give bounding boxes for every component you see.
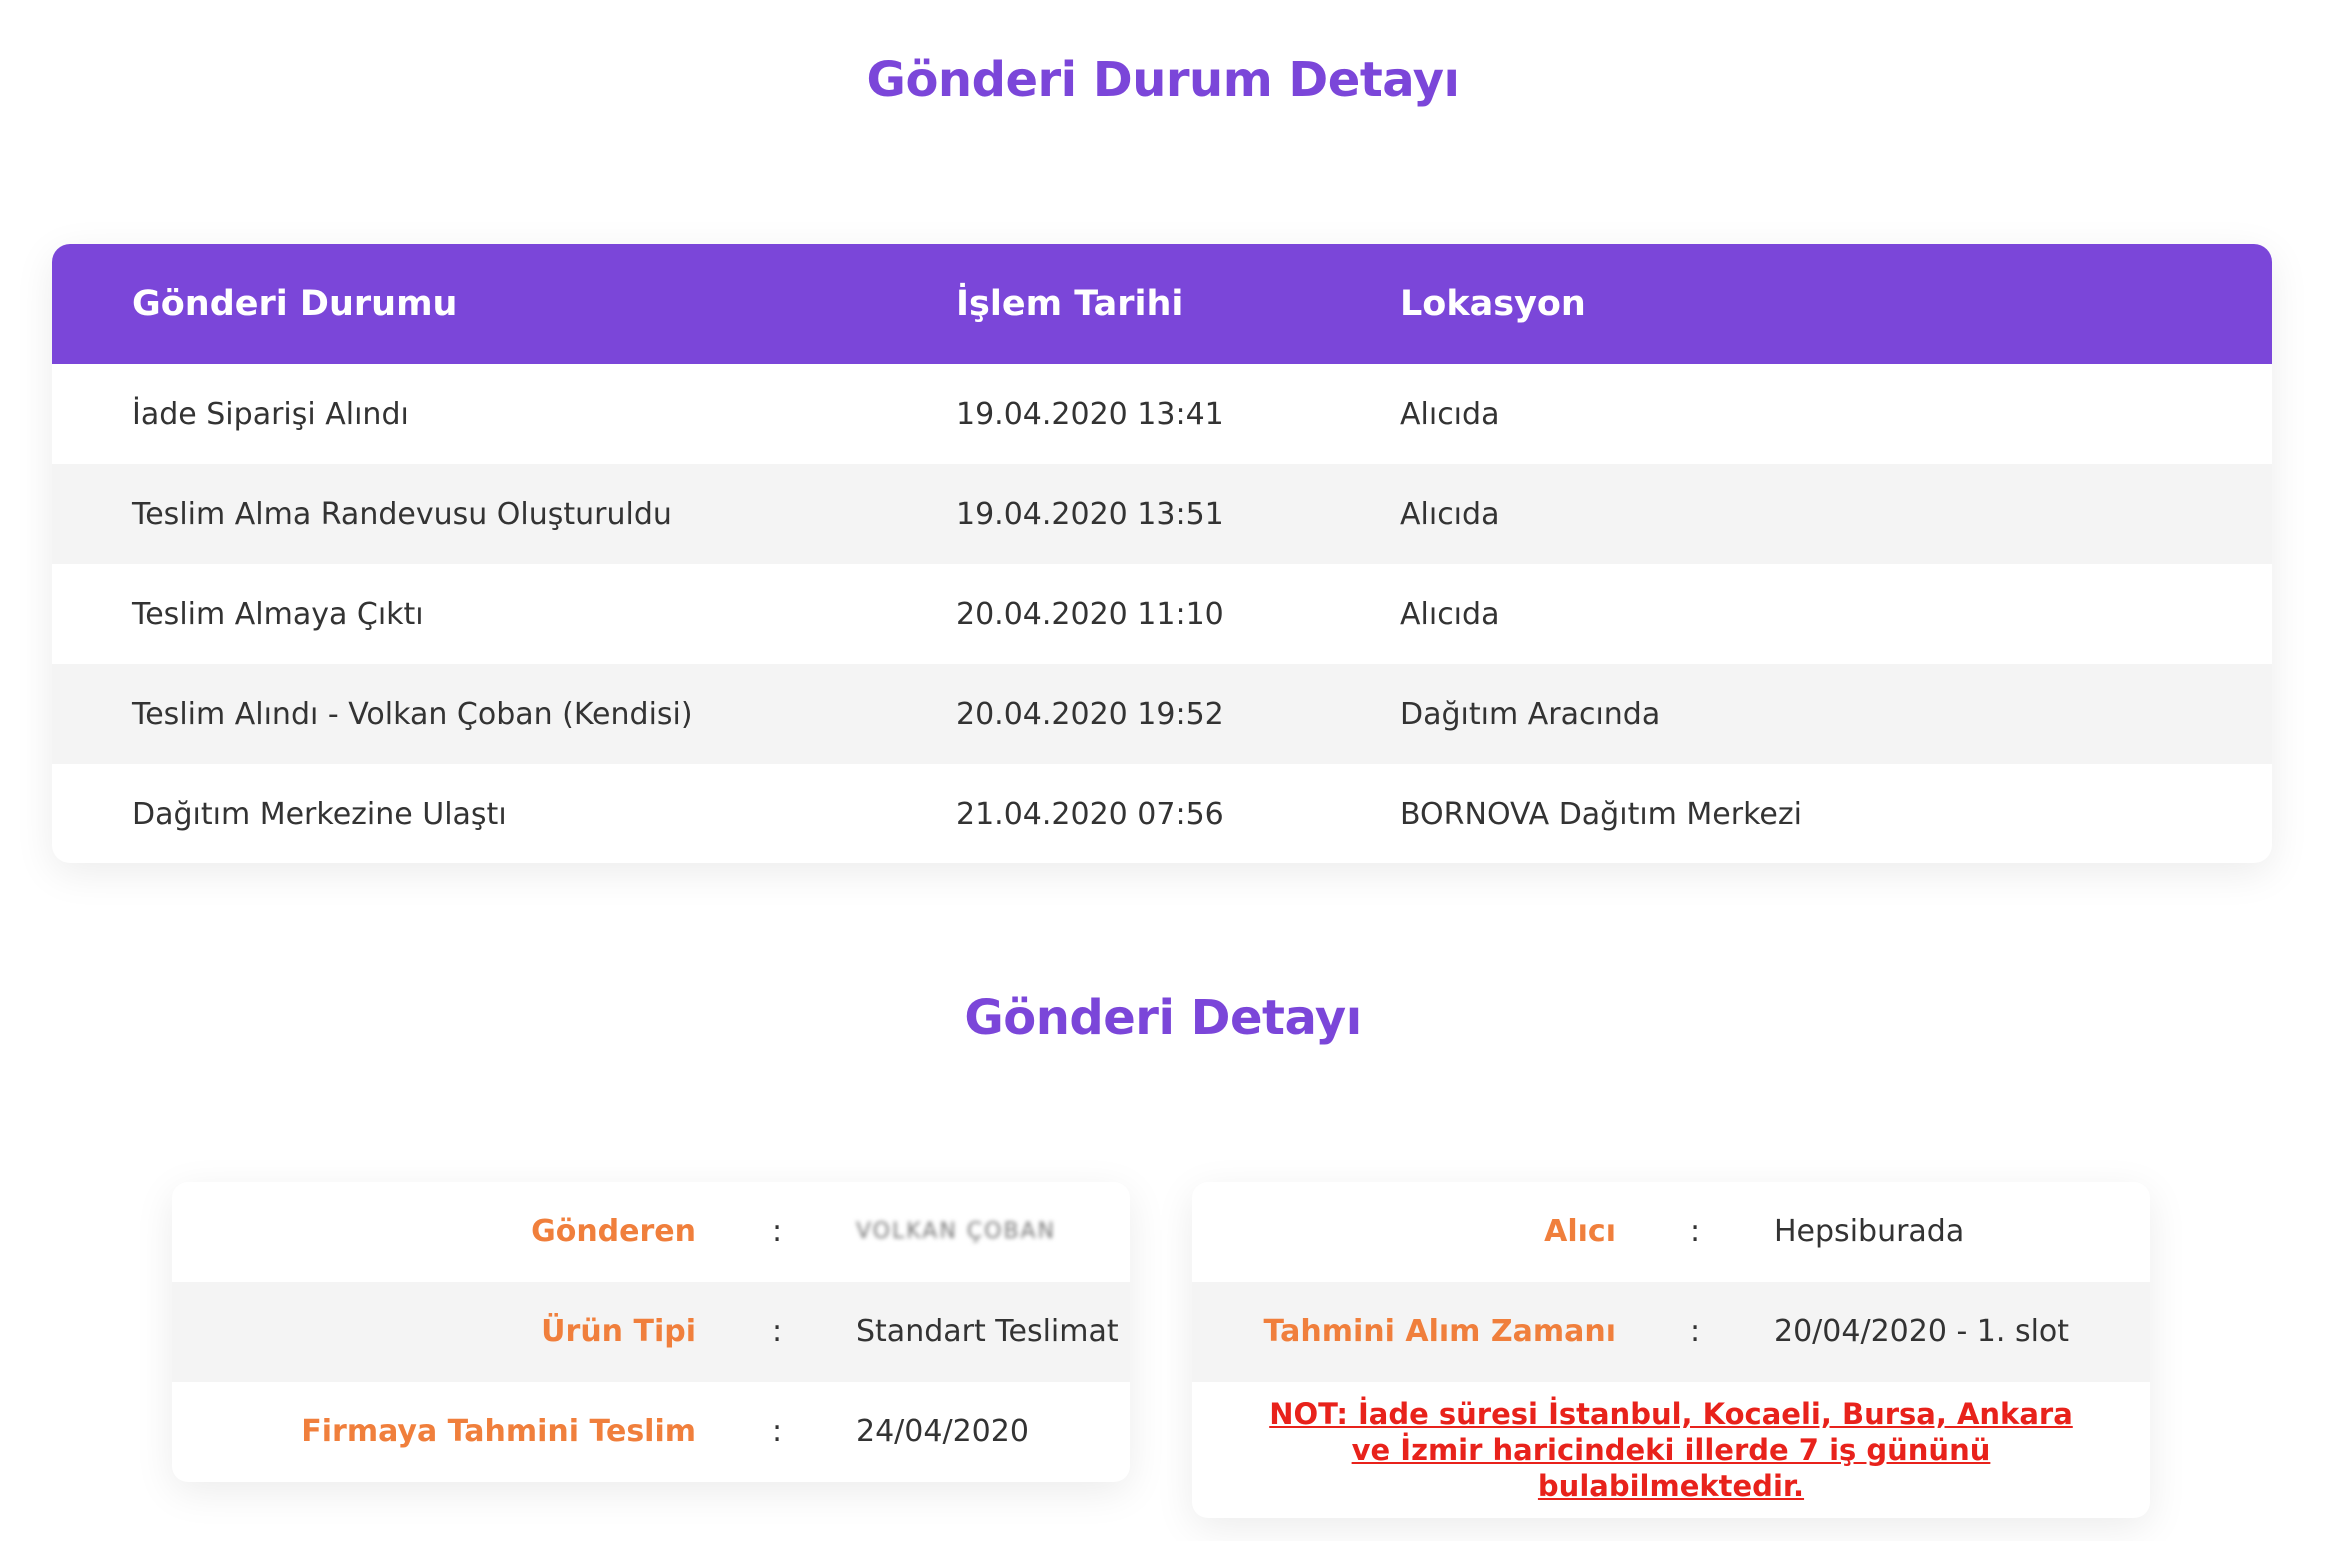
detail-label: Ürün Tipi (541, 1314, 696, 1349)
row-date: 20.04.2020 19:52 (956, 696, 1224, 732)
row-location: Alıcıda (1400, 396, 1500, 432)
row-location: BORNOVA Dağıtım Merkezi (1400, 796, 1802, 832)
table-row: İade Siparişi Alındı 19.04.2020 13:41 Al… (52, 364, 2272, 464)
return-note-row: NOT: İade süresi İstanbul, Kocaeli, Burs… (1192, 1382, 2150, 1518)
row-status: Dağıtım Merkezine Ulaştı (132, 796, 507, 832)
detail-value: 24/04/2020 (856, 1414, 1029, 1449)
row-status: Teslim Alma Randevusu Oluşturuldu (132, 496, 672, 532)
detail-label: Firmaya Tahmini Teslim Zamanı (301, 1414, 696, 1449)
detail-value: Hepsiburada (1774, 1214, 1965, 1249)
sender-name-blurred: VOLKAN ÇOBAN (856, 1219, 1057, 1244)
return-note-text: NOT: İade süresi İstanbul, Kocaeli, Burs… (1269, 1397, 2073, 1503)
detail-row-recipient: Alıcı : Hepsiburada (1192, 1182, 2150, 1282)
detail-label: Alıcı (1544, 1214, 1616, 1249)
detail-colon: : (772, 1214, 783, 1249)
detail-colon: : (772, 1314, 783, 1349)
table-row: Teslim Alma Randevusu Oluşturuldu 19.04.… (52, 464, 2272, 564)
column-header-status: Gönderi Durumu (132, 284, 458, 324)
detail-row-product-type: Ürün Tipi : Standart Teslimat (172, 1282, 1130, 1382)
status-table-header: Gönderi Durumu İşlem Tarihi Lokasyon (52, 244, 2272, 364)
detail-colon: : (772, 1414, 783, 1449)
detail-colon: : (1690, 1214, 1701, 1249)
detail-label: Tahmini Alım Zamanı (1263, 1314, 1616, 1349)
row-location: Dağıtım Aracında (1400, 696, 1661, 732)
detail-row-estimated-pickup: Tahmini Alım Zamanı : 20/04/2020 - 1. sl… (1192, 1282, 2150, 1382)
recipient-detail-card: Alıcı : Hepsiburada Tahmini Alım Zamanı … (1192, 1182, 2150, 1518)
detail-value: 20/04/2020 - 1. slot (1774, 1314, 2070, 1349)
row-date: 20.04.2020 11:10 (956, 596, 1224, 632)
detail-colon: : (1690, 1314, 1701, 1349)
row-location: Alıcıda (1400, 596, 1500, 632)
detail-value: Standart Teslimat (856, 1314, 1119, 1349)
status-table: Gönderi Durumu İşlem Tarihi Lokasyon İad… (52, 244, 2272, 863)
detail-row-estimated-delivery: Firmaya Tahmini Teslim Zamanı : 24/04/20… (172, 1382, 1130, 1482)
row-status: Teslim Alındı - Volkan Çoban (Kendisi) (132, 696, 693, 732)
column-header-date: İşlem Tarihi (956, 284, 1184, 324)
detail-label: Gönderen (531, 1214, 696, 1249)
detail-section-title: Gönderi Detayı (964, 990, 1362, 1046)
column-header-location: Lokasyon (1400, 284, 1586, 324)
row-status: İade Siparişi Alındı (132, 396, 409, 432)
table-row: Teslim Alındı - Volkan Çoban (Kendisi) 2… (52, 664, 2272, 764)
row-date: 21.04.2020 07:56 (956, 796, 1224, 832)
row-date: 19.04.2020 13:51 (956, 496, 1224, 532)
row-location: Alıcıda (1400, 496, 1500, 532)
status-page-title: Gönderi Durum Detayı (866, 52, 1460, 108)
detail-row-sender: Gönderen : VOLKAN ÇOBAN (172, 1182, 1130, 1282)
table-row: Dağıtım Merkezine Ulaştı 21.04.2020 07:5… (52, 764, 2272, 863)
sender-detail-card: Gönderen : VOLKAN ÇOBAN Ürün Tipi : Stan… (172, 1182, 1130, 1482)
table-row: Teslim Almaya Çıktı 20.04.2020 11:10 Alı… (52, 564, 2272, 664)
row-date: 19.04.2020 13:41 (956, 396, 1224, 432)
row-status: Teslim Almaya Çıktı (132, 596, 424, 632)
